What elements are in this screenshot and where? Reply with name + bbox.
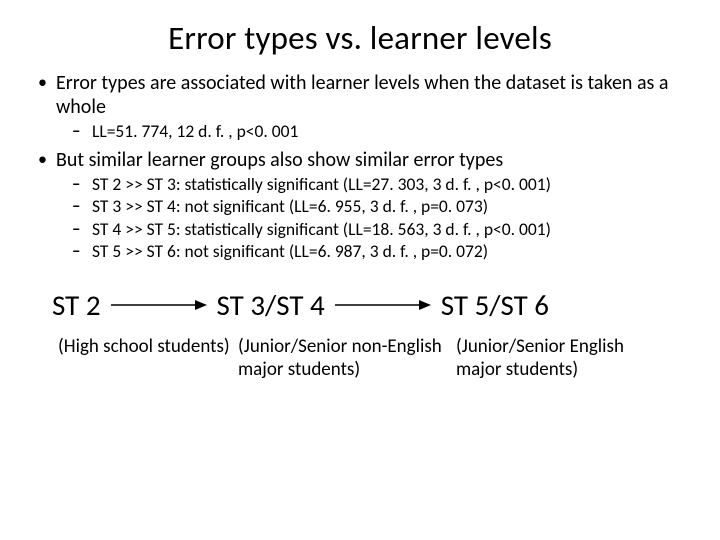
desc-st2: (High school students): [58, 335, 238, 381]
bullet-2-sub-1: ST 2 >> ST 3: statistically significant …: [92, 174, 690, 195]
bullet-2-text: But similar learner groups also show sim…: [56, 148, 503, 172]
arrow-icon: [111, 297, 207, 313]
bullet-2-sub-3: ST 4 >> ST 5: statistically significant …: [92, 219, 690, 240]
groups-row: ST 2 ST 3/ST 4 ST 5/ST 6: [30, 287, 690, 323]
bullet-list: Error types are associated with learner …: [30, 72, 690, 263]
slide: Error types vs. learner levels Error typ…: [0, 0, 720, 540]
bullet-2-sub-4: ST 5 >> ST 6: not significant (LL=6. 987…: [92, 241, 690, 262]
bullet-1-sublist: LL=51. 774, 12 d. f. , p<0. 001: [56, 121, 690, 142]
desc-st3-st4: (Junior/Senior non-English major student…: [238, 335, 456, 381]
bullet-2-sub-2: ST 3 >> ST 4: not significant (LL=6. 955…: [92, 196, 690, 217]
group-st5-st6: ST 5/ST 6: [441, 287, 549, 323]
bullet-1: Error types are associated with learner …: [56, 72, 690, 143]
bullet-1-text: Error types are associated with learner …: [56, 71, 668, 119]
descriptions-row: (High school students) (Junior/Senior no…: [30, 335, 690, 381]
group-st2: ST 2: [52, 287, 101, 323]
desc-st5-st6: (Junior/Senior English major students): [456, 335, 656, 381]
bullet-2-sublist: ST 2 >> ST 3: statistically significant …: [56, 174, 690, 262]
group-st3-st4: ST 3/ST 4: [217, 287, 325, 323]
bullet-2: But similar learner groups also show sim…: [56, 149, 690, 263]
arrow-icon: [335, 297, 431, 313]
slide-title: Error types vs. learner levels: [30, 18, 690, 58]
bullet-1-sub-1: LL=51. 774, 12 d. f. , p<0. 001: [92, 121, 690, 142]
